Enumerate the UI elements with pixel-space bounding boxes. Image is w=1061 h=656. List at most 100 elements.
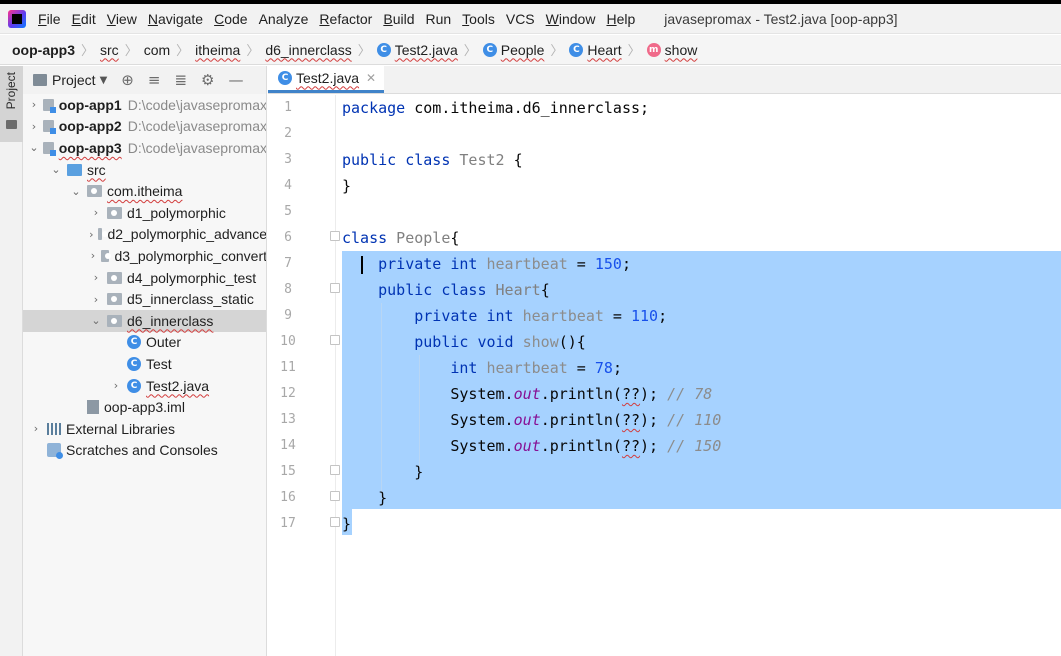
- chevron-right-icon[interactable]: ›: [109, 379, 123, 392]
- code-token: {: [450, 229, 460, 247]
- code-editor[interactable]: 1 2 3 4 5 6 7 8 9 10 11 12 13 14 15 16 1…: [268, 95, 1061, 656]
- project-view-selector[interactable]: Project: [52, 72, 96, 88]
- project-tool-tab[interactable]: Project: [0, 66, 23, 142]
- expand-all-icon[interactable]: ≡: [148, 71, 161, 89]
- tree-item-oop-app1[interactable]: › oop-app1 D:\code\javasepromax: [23, 94, 267, 116]
- tree-item-iml[interactable]: oop-app3.iml: [23, 396, 266, 418]
- code-token: );: [640, 437, 659, 455]
- tree-item-test[interactable]: C Test: [23, 353, 266, 375]
- breadcrumb-project[interactable]: oop-app3: [12, 42, 75, 58]
- tree-item-oop-app3[interactable]: ⌄ oop-app3 D:\code\javasepromax: [23, 137, 267, 159]
- tree-item-label: d5_innerclass_static: [127, 291, 254, 308]
- tree-item-d5[interactable]: › d5_innerclass_static: [23, 288, 266, 310]
- code-line-9: private int heartbeat = 110;: [342, 303, 1061, 329]
- chevron-right-icon[interactable]: ›: [89, 271, 103, 284]
- tree-item-external-libraries[interactable]: › External Libraries: [23, 418, 266, 440]
- menu-build[interactable]: Build: [383, 11, 414, 27]
- package-icon: [87, 185, 102, 198]
- line-number: 15: [280, 464, 296, 479]
- tree-item-scratches[interactable]: Scratches and Consoles: [23, 440, 266, 462]
- menu-code[interactable]: Code: [214, 11, 247, 27]
- tree-item-path: D:\code\javasepromax: [127, 139, 267, 156]
- breadcrumb-package[interactable]: d6_innerclass: [265, 42, 351, 58]
- menu-window[interactable]: Window: [546, 11, 596, 27]
- close-icon[interactable]: ✕: [366, 71, 376, 85]
- chevron-down-icon[interactable]: ⌄: [29, 141, 39, 154]
- fold-marker-icon[interactable]: [330, 335, 340, 345]
- menu-help[interactable]: Help: [606, 11, 635, 27]
- code-line-13: System.out.println(??); // 110: [342, 407, 1061, 433]
- tree-item-d3[interactable]: › d3_polymorphic_convert: [23, 245, 266, 267]
- code-line-6: class People{: [342, 225, 1061, 251]
- chevron-down-icon[interactable]: ⌄: [69, 185, 83, 198]
- menu-tools[interactable]: Tools: [462, 11, 495, 27]
- code-line-12: System.out.println(??); // 78: [342, 381, 1061, 407]
- breadcrumb-file[interactable]: C Test2.java: [376, 42, 458, 58]
- breadcrumb-src[interactable]: src: [100, 42, 119, 58]
- breadcrumb-itheima[interactable]: itheima: [195, 42, 240, 58]
- line-number: 11: [280, 360, 296, 375]
- menu-run[interactable]: Run: [425, 11, 451, 27]
- module-folder-icon: [43, 120, 56, 135]
- tree-item-test2[interactable]: › C Test2.java: [23, 375, 266, 397]
- tree-item-oop-app2[interactable]: › oop-app2 D:\code\javasepromax: [23, 116, 266, 138]
- chevron-right-icon[interactable]: ›: [29, 98, 39, 111]
- line-number: 7: [284, 256, 292, 271]
- project-tree: › oop-app1 D:\code\javasepromax › oop-ap…: [23, 94, 267, 462]
- breadcrumb-method-show[interactable]: m show: [646, 42, 697, 58]
- module-folder-icon: [43, 98, 56, 113]
- source-folder-icon: [67, 163, 82, 176]
- menu-navigate[interactable]: Navigate: [148, 11, 203, 27]
- fold-marker-icon[interactable]: [330, 231, 340, 241]
- tree-item-path: D:\code\javasepromax: [127, 96, 267, 113]
- code-area: package com.itheima.d6_innerclass; publi…: [342, 95, 1061, 537]
- menu-view[interactable]: View: [107, 11, 137, 27]
- chevron-right-icon[interactable]: ›: [89, 249, 97, 262]
- code-token: );: [640, 385, 659, 403]
- code-token: public class: [342, 151, 451, 169]
- tree-item-src[interactable]: ⌄ src: [23, 159, 266, 181]
- breadcrumb-separator-icon: 〉: [176, 43, 190, 58]
- chevron-right-icon[interactable]: ›: [89, 206, 103, 219]
- code-token: heartbeat: [513, 307, 604, 325]
- hide-panel-icon[interactable]: —: [228, 71, 243, 89]
- menu-vcs[interactable]: VCS: [506, 11, 535, 27]
- chevron-right-icon[interactable]: ›: [29, 120, 39, 133]
- tree-item-label: Test: [146, 355, 172, 372]
- fold-marker-icon[interactable]: [330, 283, 340, 293]
- menu-refactor[interactable]: Refactor: [319, 11, 372, 27]
- package-icon: [107, 314, 122, 327]
- code-token: }: [342, 489, 388, 507]
- tree-item-d2[interactable]: › d2_polymorphic_advance: [23, 224, 266, 246]
- tree-item-com-itheima[interactable]: ⌄ com.itheima: [23, 180, 266, 202]
- tree-item-d1[interactable]: › d1_polymorphic: [23, 202, 266, 224]
- fold-marker-icon[interactable]: [330, 465, 340, 475]
- tree-item-outer[interactable]: C Outer: [23, 332, 266, 354]
- collapse-all-icon[interactable]: ≣: [174, 71, 187, 89]
- gear-icon[interactable]: ⚙: [201, 71, 214, 89]
- menu-edit[interactable]: Edit: [72, 11, 96, 27]
- fold-marker-icon[interactable]: [330, 491, 340, 501]
- breadcrumb-class-people[interactable]: C People: [482, 42, 544, 58]
- menu-analyze[interactable]: Analyze: [259, 11, 309, 27]
- chevron-right-icon[interactable]: ›: [29, 422, 43, 435]
- locate-icon[interactable]: ⊕: [121, 71, 134, 89]
- chevron-down-icon[interactable]: ⌄: [89, 314, 103, 327]
- breadcrumb-class-heart[interactable]: C Heart: [569, 42, 622, 58]
- fold-marker-icon[interactable]: [330, 517, 340, 527]
- tree-item-d6[interactable]: ⌄ d6_innerclass: [23, 309, 266, 332]
- code-token: out: [513, 411, 541, 429]
- project-panel: Project ▼ ⊕ ≡ ≣ ⚙ — › oop-app1 D:\code\j…: [23, 66, 267, 656]
- editor-gutter: 1 2 3 4 5 6 7 8 9 10 11 12 13 14 15 16 1…: [268, 95, 340, 656]
- tree-item-d4[interactable]: › d4_polymorphic_test: [23, 267, 266, 289]
- breadcrumb-com[interactable]: com: [144, 42, 170, 58]
- code-line-15: }: [342, 459, 1061, 485]
- scratches-icon: [47, 443, 63, 460]
- chevron-right-icon[interactable]: ›: [89, 293, 103, 306]
- chevron-down-icon[interactable]: ⌄: [49, 163, 63, 176]
- menu-file[interactable]: File: [38, 11, 61, 27]
- tab-test2-java[interactable]: C Test2.java ✕: [268, 65, 385, 93]
- chevron-right-icon[interactable]: ›: [89, 228, 94, 241]
- chevron-down-icon[interactable]: ▼: [100, 75, 108, 86]
- breadcrumb-separator-icon: 〉: [550, 43, 564, 58]
